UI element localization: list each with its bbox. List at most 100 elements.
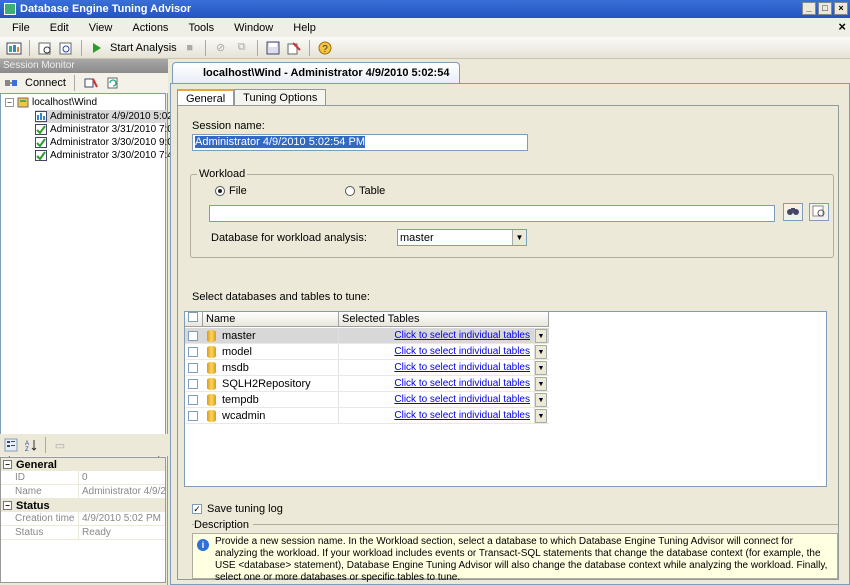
properties-category-general[interactable]: − General xyxy=(1,458,165,471)
chevron-down-icon[interactable]: ▼ xyxy=(535,408,547,423)
save-recommendations-icon[interactable] xyxy=(265,40,281,56)
menu-help[interactable]: Help xyxy=(281,22,324,34)
row-checkbox[interactable] xyxy=(185,328,203,343)
column-name[interactable]: Name xyxy=(203,312,339,326)
inner-tab-strip: General Tuning Options xyxy=(177,89,327,106)
refresh-icon[interactable] xyxy=(105,75,121,91)
database-cell: wcadmin xyxy=(203,408,339,423)
database-grid[interactable]: Name Selected Tables master Click to sele… xyxy=(184,311,827,487)
disconnect-icon[interactable] xyxy=(83,75,99,91)
tables-dropdown[interactable]: ▼ xyxy=(535,392,549,407)
database-name: msdb xyxy=(222,361,249,374)
description-label: Description xyxy=(194,519,254,531)
select-all-checkbox[interactable] xyxy=(185,312,203,326)
menu-file[interactable]: File xyxy=(0,22,38,34)
document-tab[interactable]: localhost\Wind - Administrator 4/9/2010 … xyxy=(172,62,460,99)
select-tables-link[interactable]: Click to select individual tables xyxy=(394,346,530,357)
start-analysis-button[interactable]: Start Analysis xyxy=(110,42,177,54)
stop-analysis-icon[interactable]: ■ xyxy=(182,40,198,56)
select-tables-link[interactable]: Click to select individual tables xyxy=(394,378,530,389)
database-icon xyxy=(207,329,216,342)
database-row[interactable]: wcadmin Click to select individual tables… xyxy=(185,408,549,424)
chevron-down-icon[interactable]: ▼ xyxy=(535,376,547,391)
tab-tuning-options[interactable]: Tuning Options xyxy=(234,89,327,106)
menu-window[interactable]: Window xyxy=(222,22,281,34)
menu-view[interactable]: View xyxy=(77,22,121,34)
tables-dropdown[interactable]: ▼ xyxy=(535,328,549,343)
select-tables-link[interactable]: Click to select individual tables xyxy=(394,410,530,421)
session-new-icon xyxy=(35,111,47,122)
collapse-icon[interactable]: − xyxy=(5,98,14,107)
preview-workload-button[interactable] xyxy=(809,203,829,221)
chevron-down-icon[interactable]: ▼ xyxy=(535,392,547,407)
connect-button[interactable]: Connect xyxy=(25,77,66,89)
save-tuning-log-checkbox[interactable]: ✓ Save tuning log xyxy=(192,503,283,515)
table-radio[interactable]: Table xyxy=(345,185,385,197)
db-for-workload-select[interactable]: master ▼ xyxy=(397,229,527,246)
chevron-down-icon[interactable]: ▼ xyxy=(535,344,547,359)
properties-category-status[interactable]: − Status xyxy=(1,499,165,512)
session-name-value: Administrator 4/9/2010 5:02:54 PM xyxy=(195,136,365,148)
help-icon[interactable]: ? xyxy=(317,40,333,56)
cancel-icon[interactable]: ⊘ xyxy=(213,40,229,56)
file-radio[interactable]: File xyxy=(215,185,247,197)
tables-dropdown[interactable]: ▼ xyxy=(535,360,549,375)
tree-session-item[interactable]: Administrator 3/30/2010 9:0 xyxy=(35,136,173,149)
property-pages-icon[interactable]: ▭ xyxy=(52,437,68,453)
row-checkbox[interactable] xyxy=(185,392,203,407)
tables-dropdown[interactable]: ▼ xyxy=(535,344,549,359)
row-checkbox[interactable] xyxy=(185,344,203,359)
radio-unselected-icon[interactable] xyxy=(345,186,355,197)
new-session-icon[interactable] xyxy=(37,40,53,56)
menu-actions[interactable]: Actions xyxy=(120,22,176,34)
start-analysis-icon[interactable] xyxy=(89,40,105,56)
workload-path-input[interactable] xyxy=(209,205,775,222)
row-checkbox[interactable] xyxy=(185,376,203,391)
tree-session-item[interactable]: Administrator 3/31/2010 7:0 xyxy=(35,123,173,136)
tree-session-item[interactable]: Administrator 3/30/2010 7:4 xyxy=(35,149,173,162)
category-label: General xyxy=(16,458,57,471)
maximize-button[interactable]: □ xyxy=(818,2,832,15)
info-icon: i xyxy=(197,539,209,551)
database-row[interactable]: msdb Click to select individual tables ▼ xyxy=(185,360,549,376)
connect-icon[interactable] xyxy=(3,75,19,91)
export-icon[interactable]: ⧉ xyxy=(234,40,250,56)
collapse-icon[interactable]: − xyxy=(3,501,12,510)
minimize-button[interactable]: _ xyxy=(802,2,816,15)
close-window-button[interactable]: × xyxy=(834,2,848,15)
session-name-input[interactable]: Administrator 4/9/2010 5:02:54 PM xyxy=(192,134,528,151)
database-row[interactable]: model Click to select individual tables ▼ xyxy=(185,344,549,360)
session-monitor-icon[interactable] xyxy=(6,40,22,56)
database-name: wcadmin xyxy=(222,409,266,422)
close-document-icon[interactable]: × xyxy=(838,19,846,34)
column-selected-tables[interactable]: Selected Tables xyxy=(339,312,549,326)
database-row[interactable]: tempdb Click to select individual tables ▼ xyxy=(185,392,549,408)
menu-tools[interactable]: Tools xyxy=(176,22,222,34)
categorized-icon[interactable] xyxy=(3,437,19,453)
tree-server-node[interactable]: − localhost\Wind xyxy=(5,96,97,109)
database-row[interactable]: SQLH2Repository Click to select individua… xyxy=(185,376,549,392)
browse-file-button[interactable] xyxy=(783,203,803,221)
chevron-down-icon[interactable]: ▼ xyxy=(535,328,547,343)
checkbox-checked-icon[interactable]: ✓ xyxy=(192,504,202,514)
tree-session-item[interactable]: Administrator 4/9/2010 5:02 xyxy=(35,110,173,123)
select-tables-link[interactable]: Click to select individual tables xyxy=(394,394,530,405)
menu-edit[interactable]: Edit xyxy=(38,22,77,34)
evaluate-icon[interactable] xyxy=(286,40,302,56)
session-tree[interactable]: − localhost\Wind Administrator 4/9/2010 … xyxy=(0,93,173,466)
row-checkbox[interactable] xyxy=(185,408,203,423)
chevron-down-icon[interactable]: ▼ xyxy=(512,230,526,245)
database-row[interactable]: master Click to select individual tables ▼ xyxy=(185,328,549,344)
select-tables-link[interactable]: Click to select individual tables xyxy=(394,330,530,341)
select-tables-link[interactable]: Click to select individual tables xyxy=(394,362,530,373)
row-checkbox[interactable] xyxy=(185,360,203,375)
tab-general[interactable]: General xyxy=(177,89,235,106)
tables-dropdown[interactable]: ▼ xyxy=(535,408,549,423)
db-for-workload-value: master xyxy=(400,231,434,244)
collapse-icon[interactable]: − xyxy=(3,460,12,469)
open-workload-icon[interactable] xyxy=(58,40,74,56)
radio-selected-icon[interactable] xyxy=(215,186,225,197)
alphabetical-icon[interactable]: AZ xyxy=(23,437,39,453)
tables-dropdown[interactable]: ▼ xyxy=(535,376,549,391)
chevron-down-icon[interactable]: ▼ xyxy=(535,360,547,375)
